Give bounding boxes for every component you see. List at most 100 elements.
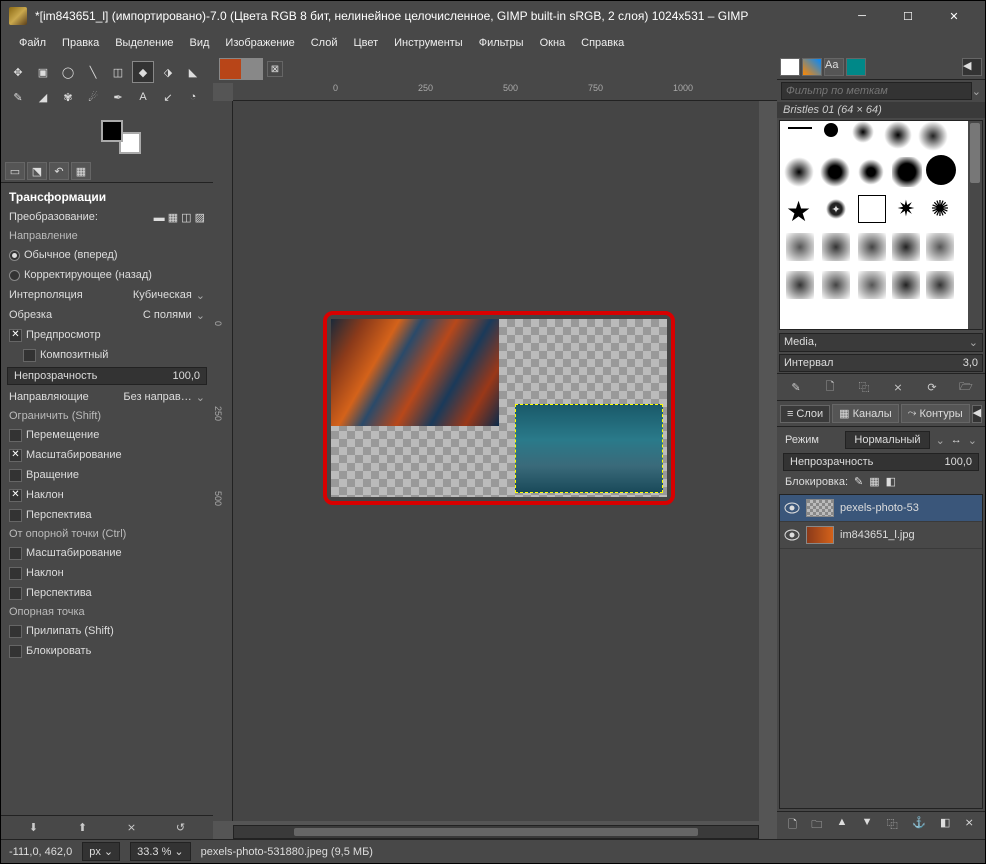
- warp-icon[interactable]: ⬗: [157, 61, 179, 83]
- brush-interval[interactable]: Интервал3,0: [779, 354, 983, 372]
- ref-snap[interactable]: Прилипать (Shift): [5, 621, 209, 641]
- visibility-icon[interactable]: [784, 529, 800, 541]
- new-layer-icon[interactable]: 🗋: [788, 816, 797, 835]
- scrollbar-horizontal[interactable]: [233, 825, 759, 839]
- color-selector[interactable]: [101, 120, 141, 154]
- raise-layer-icon[interactable]: ▲: [836, 816, 847, 835]
- tab-patterns-icon[interactable]: [802, 58, 822, 76]
- anchor-scale[interactable]: Масштабирование: [5, 543, 209, 563]
- wand-icon[interactable]: ╲: [82, 61, 104, 83]
- anchor-persp[interactable]: Перспектива: [5, 583, 209, 603]
- mode-switch-icon[interactable]: ↔: [951, 434, 962, 446]
- bucket-icon[interactable]: ◣: [182, 61, 204, 83]
- menu-color[interactable]: Цвет: [347, 35, 384, 51]
- guides-row[interactable]: НаправляющиеБез направ…⌄: [5, 387, 209, 407]
- tab-brushes-icon[interactable]: [780, 58, 800, 76]
- merge-layer-icon[interactable]: ⚓: [912, 816, 926, 835]
- limit-scale[interactable]: ✕Масштабирование: [5, 445, 209, 465]
- new-group-icon[interactable]: 🗀: [811, 816, 822, 835]
- brush-icon[interactable]: ✎: [7, 86, 29, 108]
- save-preset-icon[interactable]: ⬇: [29, 821, 38, 834]
- layer-image-1[interactable]: [331, 319, 499, 426]
- canvas[interactable]: [331, 319, 667, 497]
- anchor-shear[interactable]: Наклон: [5, 563, 209, 583]
- canvas-viewport[interactable]: [233, 101, 759, 821]
- tab-channels[interactable]: ▦Каналы: [832, 404, 898, 423]
- lock-pixels-icon[interactable]: ✎: [854, 475, 863, 488]
- direction-correct[interactable]: Корректирующее (назад): [5, 265, 209, 285]
- composite-check[interactable]: Композитный: [5, 345, 209, 365]
- interpolation-row[interactable]: ИнтерполяцияКубическая⌄: [5, 285, 209, 305]
- del-brush-icon[interactable]: ⨯: [888, 378, 908, 396]
- opacity-slider[interactable]: Непрозрачность100,0: [7, 367, 207, 385]
- tab-paths[interactable]: ⤳Контуры: [901, 404, 970, 423]
- lasso-icon[interactable]: ◯: [57, 61, 79, 83]
- tab-undo[interactable]: ↶: [49, 162, 69, 180]
- tab-history-icon[interactable]: [846, 58, 866, 76]
- menu-windows[interactable]: Окна: [534, 35, 572, 51]
- zoom-select[interactable]: 33.3 % ⌄: [130, 842, 191, 861]
- document-close-icon[interactable]: ⊠: [267, 61, 283, 77]
- visibility-icon[interactable]: [784, 502, 800, 514]
- tab-fonts-icon[interactable]: Aa: [824, 58, 844, 76]
- tab-layers[interactable]: ≡Слои: [780, 405, 830, 423]
- menu-image[interactable]: Изображение: [219, 35, 300, 51]
- menu-layer[interactable]: Слой: [305, 35, 344, 51]
- transform-tool-icon[interactable]: ◆: [132, 61, 154, 83]
- document-thumb[interactable]: [219, 58, 263, 80]
- menu-select[interactable]: Выделение: [109, 35, 179, 51]
- menu-view[interactable]: Вид: [184, 35, 216, 51]
- restore-preset-icon[interactable]: ⬆: [78, 821, 87, 834]
- limit-move[interactable]: Перемещение: [5, 425, 209, 445]
- refresh-brush-icon[interactable]: ⟳: [922, 378, 942, 396]
- tab-device[interactable]: ⬔: [27, 162, 47, 180]
- tab-tool-options[interactable]: ▭: [5, 162, 25, 180]
- tab-images[interactable]: ▦: [71, 162, 91, 180]
- limit-rotate[interactable]: Вращение: [5, 465, 209, 485]
- chevron-down-icon[interactable]: ⌄: [972, 85, 981, 98]
- reset-preset-icon[interactable]: ↺: [176, 821, 185, 834]
- brush-category[interactable]: Media,⌄: [779, 333, 983, 352]
- brush-filter-input[interactable]: [781, 82, 972, 100]
- brush-scrollbar[interactable]: [968, 121, 982, 329]
- menu-edit[interactable]: Правка: [56, 35, 105, 51]
- eraser-icon[interactable]: ◢: [32, 86, 54, 108]
- menu-tools[interactable]: Инструменты: [388, 35, 469, 51]
- picker-icon[interactable]: ↙: [157, 86, 179, 108]
- delete-layer-icon[interactable]: ⨯: [965, 816, 974, 835]
- layer-image-2[interactable]: [515, 404, 663, 493]
- limit-persp[interactable]: Перспектива: [5, 505, 209, 525]
- text-icon[interactable]: A: [132, 86, 154, 108]
- foreground-color[interactable]: [101, 120, 123, 142]
- dup-layer-icon[interactable]: ⿻: [887, 816, 898, 835]
- new-brush-icon[interactable]: 🗋: [820, 378, 840, 396]
- layer-opacity[interactable]: Непрозрачность100,0: [783, 453, 979, 471]
- lock-alpha-icon[interactable]: ◧: [886, 475, 896, 488]
- lock-position-icon[interactable]: ▦: [869, 475, 879, 488]
- lower-layer-icon[interactable]: ▼: [862, 816, 873, 835]
- collapse-icon[interactable]: ◀: [962, 58, 982, 76]
- menu-help[interactable]: Справка: [575, 35, 630, 51]
- delete-preset-icon[interactable]: ⨯: [127, 821, 136, 834]
- clone-icon[interactable]: ✾: [57, 86, 79, 108]
- move-tool-icon[interactable]: ✥: [7, 61, 29, 83]
- edit-brush-icon[interactable]: ✎: [786, 378, 806, 396]
- maximize-button[interactable]: ☐: [885, 1, 931, 31]
- close-button[interactable]: ✕: [931, 1, 977, 31]
- crop-icon[interactable]: ◫: [107, 61, 129, 83]
- brush-grid[interactable]: ★ ✦ ✷ ✺: [779, 120, 983, 330]
- blend-mode[interactable]: Режим Нормальный⌄ ↔⌄: [781, 429, 981, 451]
- ref-lock[interactable]: Блокировать: [5, 641, 209, 661]
- menu-filters[interactable]: Фильтры: [473, 35, 530, 51]
- limit-shear[interactable]: ✕Наклон: [5, 485, 209, 505]
- unit-select[interactable]: px ⌄: [82, 842, 120, 861]
- menu-file[interactable]: Файл: [13, 35, 52, 51]
- path-icon[interactable]: ✒: [107, 86, 129, 108]
- open-brush-icon[interactable]: 🗁: [956, 378, 976, 396]
- preview-check[interactable]: ✕Предпросмотр: [5, 325, 209, 345]
- direction-normal[interactable]: Обычное (вперед): [5, 245, 209, 265]
- layer-item-0[interactable]: pexels-photo-53: [780, 495, 982, 522]
- collapse-layers-icon[interactable]: ◀: [972, 405, 982, 423]
- rect-select-icon[interactable]: ▣: [32, 61, 54, 83]
- measure-icon[interactable]: ◔: [182, 86, 204, 108]
